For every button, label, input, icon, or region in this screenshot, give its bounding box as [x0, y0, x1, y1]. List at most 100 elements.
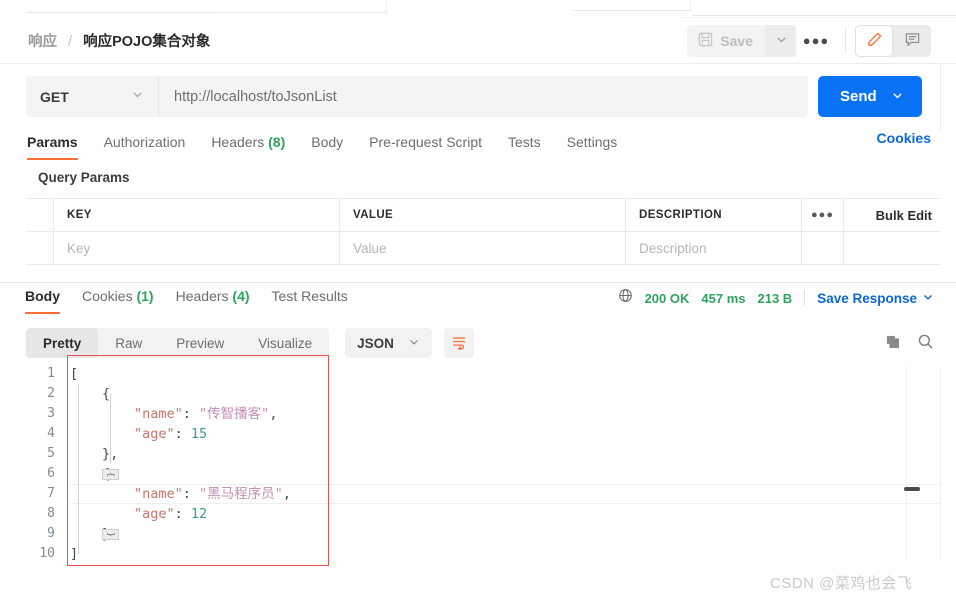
code-fold-guide — [78, 384, 79, 554]
save-response-label: Save Response — [817, 290, 917, 306]
search-icon — [917, 334, 934, 353]
response-body-code[interactable]: 12345678910 [{"name": "传智播客","age": 15},… — [0, 364, 956, 602]
response-tab-test-results-label: Test Results — [271, 288, 348, 304]
format-raw-button[interactable]: Raw — [98, 328, 159, 358]
bulk-edit-button[interactable]: Bulk Edit — [876, 208, 932, 223]
status-code: 200 OK — [644, 290, 690, 306]
code-fold-guide — [110, 394, 111, 464]
http-method-label: GET — [40, 88, 69, 105]
code-fold-marker[interactable]: } — [102, 529, 119, 540]
tab-strip-segment — [26, 12, 212, 13]
response-tab-body[interactable]: Body — [25, 283, 60, 314]
breadcrumb-bar: 响应 / 响应POJO集合对象 Save ●●● — [0, 18, 956, 64]
edit-button[interactable] — [855, 24, 893, 57]
response-tabs: Body Cookies (1) Headers (4) Test Result… — [0, 282, 956, 314]
code-token: "传智播客" — [199, 406, 270, 422]
code-token: "name" — [134, 486, 183, 502]
watermark: CSDN @菜鸡也会飞 — [770, 575, 913, 592]
request-url-bar: GET Send — [0, 64, 956, 130]
horizontal-scrollbar[interactable] — [904, 487, 920, 491]
row-checkbox-cell[interactable] — [26, 232, 54, 264]
tab-strip-segment — [692, 15, 956, 16]
tab-body[interactable]: Body — [311, 130, 343, 160]
ellipsis-icon: ●●● — [802, 33, 830, 48]
tab-params-label: Params — [27, 134, 78, 150]
code-line-number: 8 — [47, 506, 55, 521]
tab-pre-request-script-label: Pre-request Script — [369, 134, 482, 150]
key-input-placeholder: Key — [67, 240, 91, 256]
code-token: 15 — [190, 426, 208, 442]
format-pretty-button[interactable]: Pretty — [26, 328, 99, 358]
breadcrumb-parent[interactable]: 响应 — [28, 34, 57, 50]
code-line-number: 2 — [47, 386, 55, 401]
wrap-lines-icon — [451, 334, 467, 353]
row-end-cell — [844, 232, 940, 264]
save-button[interactable]: Save — [687, 24, 766, 57]
chevron-down-icon — [922, 291, 934, 306]
cookies-link[interactable]: Cookies — [877, 130, 931, 146]
tab-settings[interactable]: Settings — [567, 130, 618, 160]
response-tab-test-results[interactable]: Test Results — [272, 283, 348, 314]
code-fold-marker[interactable]: { — [102, 469, 119, 480]
tab-tests-label: Tests — [508, 134, 541, 150]
code-token: ] — [70, 546, 79, 562]
code-line: "name": "黑马程序员", — [70, 484, 291, 504]
tab-tests[interactable]: Tests — [508, 130, 541, 160]
row-value-cell[interactable]: Value — [340, 232, 626, 264]
send-options-button[interactable] — [891, 76, 922, 117]
browser-tab-strip — [0, 0, 956, 18]
url-input[interactable] — [159, 76, 808, 117]
tab-strip-segment — [572, 10, 692, 11]
response-tab-headers-count: (4) — [232, 288, 250, 304]
code-token: "name" — [134, 406, 183, 422]
description-input-placeholder: Description — [639, 240, 707, 256]
code-line-number: 3 — [47, 406, 55, 421]
copy-button[interactable] — [885, 334, 901, 353]
tab-params[interactable]: Params — [27, 130, 78, 160]
row-key-cell[interactable]: Key — [54, 232, 340, 264]
tab-headers[interactable]: Headers (8) — [211, 130, 285, 160]
panel-edge-divider — [940, 64, 941, 130]
language-label: JSON — [357, 335, 394, 351]
row-description-cell[interactable]: Description — [626, 232, 802, 264]
request-tabs: Params Authorization Headers (8) Body Pr… — [0, 130, 956, 164]
code-line: [ — [70, 364, 291, 384]
tab-authorization-label: Authorization — [103, 134, 186, 150]
code-line-number: 9 — [47, 526, 55, 541]
code-line: "age": 15 — [70, 424, 291, 444]
url-input-wrapper: GET — [26, 76, 808, 117]
code-line: "name": "传智播客", — [70, 404, 291, 424]
save-response-button[interactable]: Save Response — [817, 291, 934, 306]
code-token: , — [269, 406, 278, 422]
comment-button[interactable] — [893, 25, 931, 57]
tab-authorization[interactable]: Authorization — [104, 130, 186, 160]
chevron-down-icon — [891, 89, 904, 105]
globe-icon — [618, 288, 633, 308]
more-actions-button[interactable]: ●●● — [796, 25, 836, 57]
code-token: "age" — [134, 506, 175, 522]
query-params-title: Query Params — [38, 170, 130, 185]
response-tab-body-label: Body — [25, 288, 60, 304]
tab-strip-divider — [386, 0, 387, 14]
send-button[interactable]: Send — [818, 76, 891, 117]
code-token: "黑马程序员" — [199, 486, 283, 502]
code-line-number: 6 — [47, 466, 55, 481]
header-key-cell: KEY — [54, 199, 340, 231]
language-select[interactable]: JSON — [345, 328, 432, 358]
tab-pre-request-script[interactable]: Pre-request Script — [369, 130, 482, 160]
floppy-disk-icon — [698, 32, 713, 50]
format-visualize-button[interactable]: Visualize — [241, 328, 329, 358]
code-line-number: 10 — [39, 546, 55, 561]
search-button[interactable] — [917, 333, 934, 353]
http-method-select[interactable]: GET — [26, 76, 159, 117]
tab-strip-segment — [212, 12, 386, 13]
code-token: [ — [70, 366, 79, 382]
wrap-lines-button[interactable] — [443, 328, 474, 358]
response-tab-headers[interactable]: Headers (4) — [176, 283, 250, 314]
table-more-button[interactable]: ●●● — [802, 199, 844, 231]
code-line-number: 4 — [47, 426, 55, 441]
response-tab-cookies[interactable]: Cookies (1) — [82, 283, 154, 314]
save-options-button[interactable] — [766, 24, 796, 57]
breadcrumb-actions: Save ●●● — [687, 24, 956, 57]
format-preview-button[interactable]: Preview — [159, 328, 241, 358]
